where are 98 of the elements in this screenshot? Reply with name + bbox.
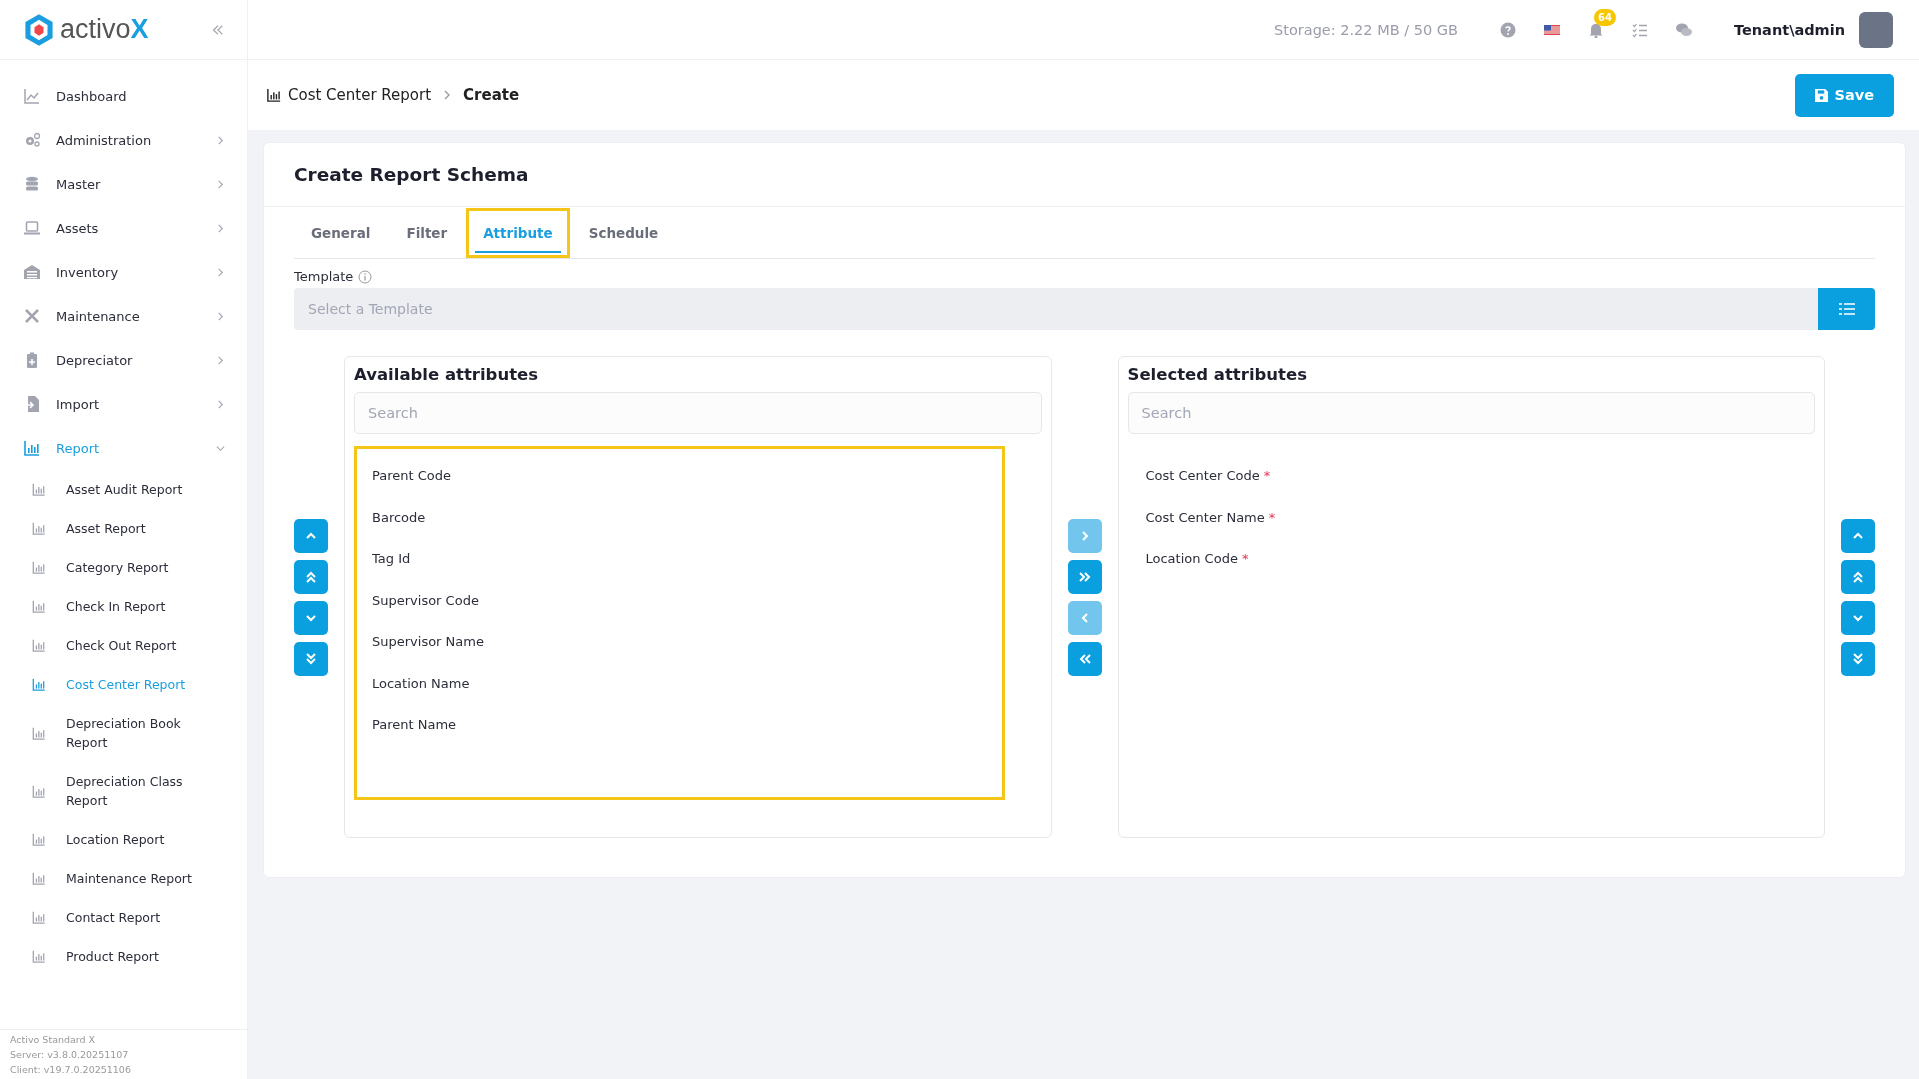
attribute-item[interactable]: Location Code *	[1130, 538, 1776, 580]
line-chart-icon	[24, 88, 40, 104]
sidebar-subitem[interactable]: Check Out Report	[0, 626, 247, 665]
user-name[interactable]: Tenant\admin	[1733, 21, 1845, 38]
move-button[interactable]	[294, 642, 328, 676]
move-button[interactable]	[294, 519, 328, 553]
breadcrumb-current: Create	[463, 86, 520, 104]
version-text: Client: v19.7.0.20251106	[10, 1064, 132, 1075]
avatar-placeholder[interactable]	[1859, 11, 1893, 48]
bar-chart-icon	[32, 833, 46, 846]
sidebar-subitem[interactable]: Location Report	[0, 820, 247, 859]
template-select[interactable]: Select a Template	[294, 288, 1818, 330]
tools-icon	[24, 308, 40, 324]
version-text: Activo Standard X	[10, 1034, 97, 1045]
field-label: Template	[294, 269, 354, 284]
sidebar-item[interactable]: Assets	[0, 206, 247, 250]
search-field[interactable]: Search	[354, 392, 1042, 434]
list-icon	[1838, 302, 1855, 316]
sidebar-subitem[interactable]: Product Report	[0, 937, 247, 976]
sidebar-item[interactable]: Master	[0, 162, 247, 206]
move-button[interactable]	[1841, 560, 1875, 594]
chevron-right-icon	[443, 90, 452, 100]
sidebar-item[interactable]: Maintenance	[0, 294, 247, 338]
sidebar-subitem[interactable]: Depreciation Class Report	[0, 762, 247, 820]
move-button[interactable]	[1841, 519, 1875, 553]
attribute-item[interactable]: Supervisor Name	[357, 621, 1002, 663]
transfer-button[interactable]	[1067, 560, 1102, 594]
warehouse-icon	[24, 264, 40, 280]
tab[interactable]: Schedule	[571, 207, 676, 258]
template-list-button[interactable]	[1818, 288, 1875, 330]
double-chevron-right-icon	[1078, 571, 1091, 583]
bar-chart-icon	[32, 483, 46, 496]
sidebar-subitem[interactable]: Category Report	[0, 548, 247, 587]
bell-icon[interactable]	[1587, 21, 1604, 38]
move-button[interactable]	[1841, 642, 1875, 676]
transfer-button[interactable]	[1067, 642, 1102, 676]
chat-icon[interactable]	[1675, 21, 1692, 38]
tab[interactable]: General	[294, 207, 388, 258]
bar-chart-icon	[32, 872, 46, 885]
laptop-icon	[24, 220, 40, 236]
checklist-icon[interactable]	[1631, 21, 1648, 38]
attribute-item[interactable]: Cost Center Code *	[1130, 455, 1776, 497]
sidebar-subitem[interactable]: Depreciation Book Report	[0, 704, 247, 762]
bar-chart-icon	[32, 911, 46, 924]
attribute-item[interactable]: Cost Center Name *	[1130, 496, 1776, 538]
double-chevron-down-icon	[1852, 653, 1864, 665]
bar-chart-icon	[266, 88, 282, 102]
double-chevron-up-icon	[305, 571, 317, 583]
notification-badge: 64	[1593, 8, 1616, 26]
bar-chart-icon	[32, 639, 46, 652]
attribute-item[interactable]: Parent Code	[357, 455, 1002, 497]
logo-text: activoX	[60, 14, 149, 45]
sidebar-item[interactable]: Dashboard	[0, 74, 247, 118]
bar-chart-icon	[32, 561, 46, 574]
clipboard-icon	[24, 352, 40, 368]
double-chevron-left-icon	[1078, 653, 1091, 665]
info-icon	[358, 269, 373, 284]
double-chevron-down-icon	[305, 653, 317, 665]
breadcrumb-link[interactable]: Cost Center Report	[288, 86, 432, 104]
bar-chart-icon	[32, 726, 46, 740]
tab[interactable]: Filter	[389, 207, 465, 258]
bar-chart-icon	[32, 678, 46, 691]
bar-chart-icon	[32, 522, 46, 535]
storage-text: Storage: 2.22 MB / 50 GB	[1274, 21, 1458, 38]
bar-chart-icon	[32, 600, 46, 613]
double-chevron-up-icon	[1852, 571, 1864, 583]
move-button[interactable]	[294, 601, 328, 635]
bar-chart-icon	[24, 440, 40, 456]
sidebar-subitem[interactable]: Contact Report	[0, 898, 247, 937]
chevron-down-icon	[305, 612, 317, 624]
double-chevron-left-icon[interactable]	[211, 22, 225, 37]
attribute-item[interactable]: Location Name	[357, 662, 1002, 704]
move-button[interactable]	[1841, 601, 1875, 635]
sidebar-subitem[interactable]: Maintenance Report	[0, 859, 247, 898]
database-icon	[24, 176, 40, 192]
sidebar-subitem[interactable]: Check In Report	[0, 587, 247, 626]
gears-icon	[24, 132, 40, 148]
sidebar-item[interactable]: Import	[0, 382, 247, 426]
search-field[interactable]: Search	[1127, 392, 1815, 434]
version-text: Server: v3.8.0.20251107	[10, 1049, 130, 1060]
attribute-item[interactable]: Tag Id	[357, 538, 1002, 580]
sidebar-item[interactable]: Depreciator	[0, 338, 247, 382]
sidebar-subitem[interactable]: Asset Report	[0, 509, 247, 548]
attribute-item[interactable]: Supervisor Code	[357, 579, 1002, 621]
move-button[interactable]	[294, 560, 328, 594]
card-title: Create Report Schema	[264, 143, 1905, 207]
help-icon[interactable]	[1499, 21, 1516, 38]
sidebar-item[interactable]: Inventory	[0, 250, 247, 294]
attribute-item[interactable]: Parent Name	[357, 704, 1002, 746]
bar-chart-icon	[32, 784, 46, 798]
sidebar-subitem[interactable]: Asset Audit Report	[0, 470, 247, 509]
attribute-item[interactable]: Barcode	[357, 496, 1002, 538]
hexagon-logo-icon	[22, 12, 56, 47]
chevron-down-icon	[1852, 612, 1864, 624]
bar-chart-icon	[32, 950, 46, 963]
panel-title: Selected attributes	[1127, 365, 1308, 384]
sidebar-item[interactable]: Administration	[0, 118, 247, 162]
panel-title: Available attributes	[354, 365, 540, 384]
